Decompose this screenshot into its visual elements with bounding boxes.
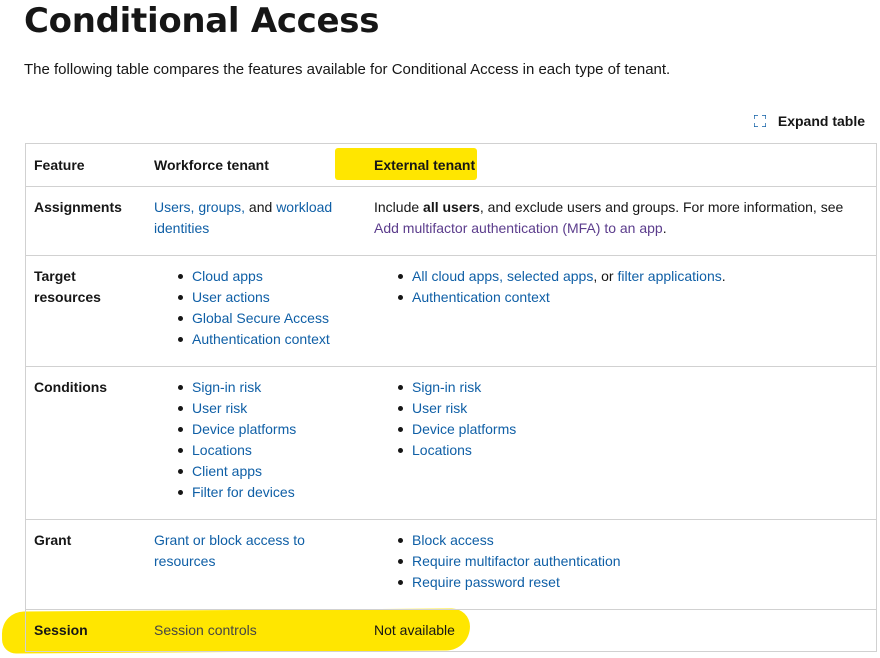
user-risk-link[interactable]: User risk [192,400,247,416]
require-password-reset-link[interactable]: Require password reset [412,574,560,590]
row-label: Assignments [34,199,122,215]
list-item: Filter for devices [178,482,364,503]
expand-table-label: Expand table [777,113,865,129]
list-item: Device platforms [398,419,876,440]
list-item: User risk [398,398,876,419]
locations-link[interactable]: Locations [192,442,252,458]
table-row-target-resources: Target resources Cloud apps User actions… [25,255,877,367]
session-controls-text: Session controls [154,622,257,638]
list-item: Global Secure Access [178,308,364,329]
list-item: All cloud apps, selected apps, or filter… [398,266,876,287]
filter-applications-link[interactable]: filter applications [617,268,721,284]
users-groups-link[interactable]: Users, groups, [154,199,245,215]
expand-table-button[interactable]: Expand table [753,113,865,129]
list-item: Client apps [178,461,364,482]
ext-device-platforms-link[interactable]: Device platforms [412,421,516,437]
list-item: User actions [178,287,364,308]
user-actions-link[interactable]: User actions [192,289,270,305]
list-item: Device platforms [178,419,364,440]
global-secure-access-link[interactable]: Global Secure Access [192,310,329,326]
list-item: Sign-in risk [398,377,876,398]
sign-in-risk-link[interactable]: Sign-in risk [192,379,261,395]
ext-locations-link[interactable]: Locations [412,442,472,458]
row-label: Session [34,622,88,638]
grant-or-block-link[interactable]: Grant or block access to resources [154,532,305,569]
page-title: Conditional Access [24,1,380,41]
list-item: Block access [398,530,876,551]
row-label: Conditions [34,379,108,395]
row-label: Grant [34,532,72,548]
cloud-apps-link[interactable]: Cloud apps [192,268,263,284]
list-item: Sign-in risk [178,377,364,398]
list-item: Authentication context [398,287,876,308]
table-row-assignments: Assignments Users, groups, and workload … [25,186,877,256]
header-external: External tenant [364,143,877,187]
table-row-conditions: Conditions Sign-in risk User risk Device… [25,366,877,520]
add-mfa-link[interactable]: Add multifactor authentication (MFA) to … [374,220,663,236]
list-item: Locations [178,440,364,461]
table-row-session: Session Session controls Not available [25,609,877,652]
require-mfa-link[interactable]: Require multifactor authentication [412,553,621,569]
list-item: Locations [398,440,876,461]
ext-sign-in-risk-link[interactable]: Sign-in risk [412,379,481,395]
authentication-context-link[interactable]: Authentication context [192,331,330,347]
list-item: User risk [178,398,364,419]
block-access-link[interactable]: Block access [412,532,494,548]
table-row-grant: Grant Grant or block access to resources… [25,519,877,610]
features-table: Feature Workforce tenant External tenant… [25,143,877,652]
list-item: Authentication context [178,329,364,350]
intro-paragraph: The following table compares the feature… [24,61,671,78]
list-item: Require multifactor authentication [398,551,876,572]
list-item: Cloud apps [178,266,364,287]
expand-icon [753,115,766,127]
header-feature: Feature [25,143,144,187]
row-label: Target resources [34,268,101,305]
ext-authentication-context-link[interactable]: Authentication context [412,289,550,305]
filter-for-devices-link[interactable]: Filter for devices [192,484,295,500]
ext-user-risk-link[interactable]: User risk [412,400,467,416]
table-header-row: Feature Workforce tenant External tenant [25,143,877,187]
all-cloud-apps-link[interactable]: All cloud apps, selected apps [412,268,593,284]
device-platforms-link[interactable]: Device platforms [192,421,296,437]
header-workforce: Workforce tenant [144,143,364,187]
list-item: Require password reset [398,572,876,593]
not-available-text: Not available [374,622,455,638]
client-apps-link[interactable]: Client apps [192,463,262,479]
